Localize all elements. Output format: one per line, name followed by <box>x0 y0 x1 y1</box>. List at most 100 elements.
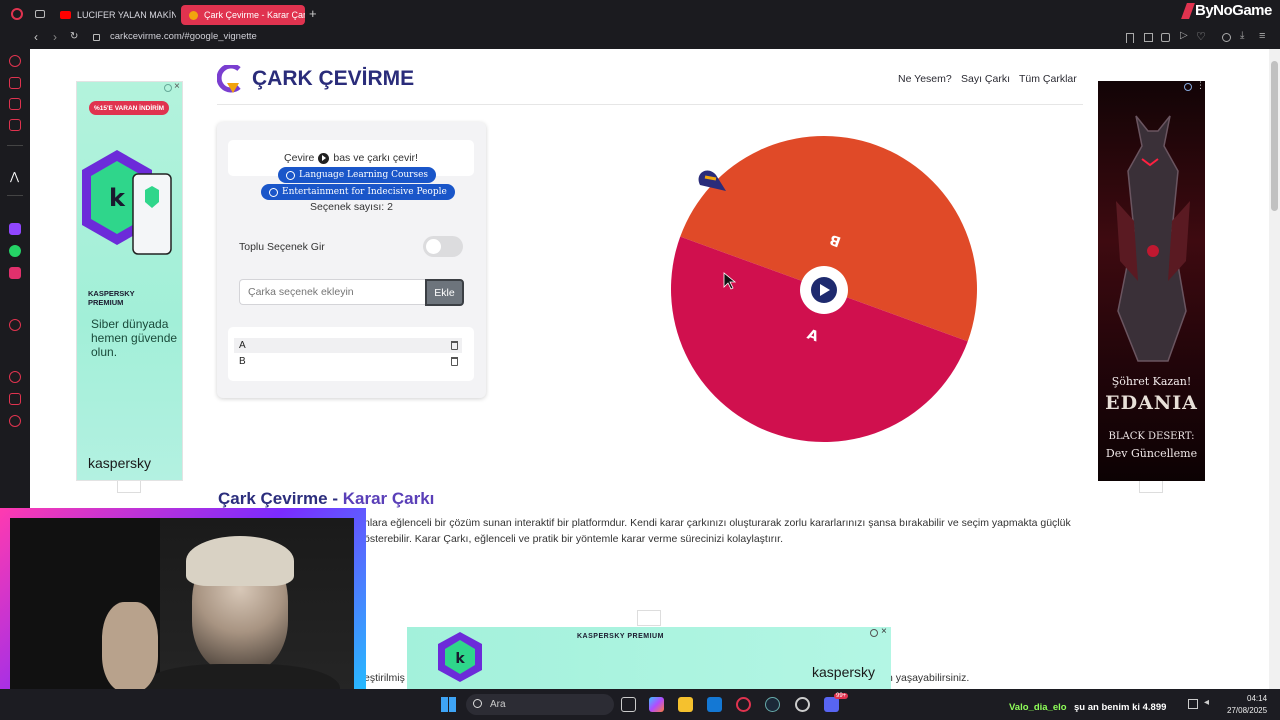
aria-ai-icon[interactable]: ⋀ <box>10 170 19 183</box>
trash-icon[interactable] <box>451 341 458 350</box>
option-label: A <box>239 340 246 351</box>
article-bottom-right: n yaşayabilirsiniz. <box>887 672 970 684</box>
url-input[interactable]: carkcevirme.com/#google_vignette <box>110 31 257 42</box>
option-label: B <box>239 356 246 367</box>
address-bar: ‹ › ↻ carkcevirme.com/#google_vignette ▷… <box>0 28 1280 49</box>
heart-icon[interactable]: ♡ <box>1196 30 1206 43</box>
tab-cark-cevirme[interactable]: Çark Çevirme - Karar Çarkı <box>181 5 305 25</box>
task-view-icon[interactable] <box>621 697 636 712</box>
list-item[interactable]: B <box>234 354 462 369</box>
back-icon[interactable]: ‹ <box>34 30 38 44</box>
bynogame-logo-icon <box>1181 2 1195 19</box>
heading-part-a: Çark Çevirme <box>218 489 328 508</box>
black-desert-side-ad[interactable]: ⋮ Şöhret Kazan! EDANIA BLACK DESERT: Dev… <box>1098 80 1205 481</box>
ad-discount-badge: %15'E VARAN İNDİRİM <box>89 101 170 115</box>
reload-icon[interactable]: ↻ <box>70 31 78 42</box>
add-option-button[interactable]: Ekle <box>425 279 464 306</box>
extensions-icon[interactable] <box>9 393 21 405</box>
ad-game-sub: BLACK DESERT: <box>1108 431 1195 442</box>
nav-tum-carklar[interactable]: Tüm Çarklar <box>1019 73 1077 85</box>
network-icon[interactable] <box>1188 699 1198 709</box>
toggle-knob <box>426 239 441 254</box>
ad-info-icon[interactable] <box>870 629 878 637</box>
spin-button[interactable] <box>800 266 848 314</box>
opera-gx-icon[interactable] <box>736 697 751 712</box>
profile-icon[interactable] <box>1222 33 1231 42</box>
vpn-icon[interactable] <box>1161 33 1170 42</box>
tab-lucifer[interactable]: LUCIFER YALAN MAKİNE <box>52 5 176 25</box>
gx-corner-icon[interactable] <box>9 98 21 110</box>
steam-icon[interactable] <box>765 697 780 712</box>
instruction-line: Çevire bas ve çarkı çevir! <box>228 152 474 164</box>
history-icon[interactable] <box>9 371 21 383</box>
list-item[interactable]: A <box>234 338 462 353</box>
streamer-hand <box>102 602 158 692</box>
nav-ne-yesem[interactable]: Ne Yesem? <box>898 73 952 85</box>
ad-info-icon[interactable] <box>1184 83 1192 91</box>
trash-icon[interactable] <box>451 357 458 366</box>
twitch-icon[interactable] <box>9 223 21 235</box>
bulk-entry-toggle[interactable] <box>423 236 463 257</box>
header-divider <box>217 104 1083 105</box>
opera-logo-icon[interactable] <box>11 8 23 20</box>
play-icon[interactable]: ▷ <box>1180 30 1188 41</box>
bynogame-text: ByNoGame <box>1195 2 1272 19</box>
discord-icon[interactable] <box>824 697 839 712</box>
volume-icon[interactable]: ◂ <box>1204 697 1209 708</box>
ad-close-icon[interactable]: × <box>881 626 887 637</box>
ad-close-icon[interactable]: ⋮ <box>1196 80 1205 91</box>
forward-icon[interactable]: › <box>53 30 57 44</box>
ad-collapse-button[interactable] <box>117 481 141 493</box>
ad-info-icon[interactable] <box>164 84 172 92</box>
divider <box>7 145 23 146</box>
divider <box>7 195 23 196</box>
kaspersky-shield-icon: k <box>82 150 172 255</box>
scrollbar-thumb[interactable] <box>1271 61 1278 211</box>
option-input[interactable] <box>239 279 425 305</box>
bottom-ad-collapse-button[interactable] <box>637 610 661 626</box>
sponsored-pill-entertainment[interactable]: Entertainment for Indecisive People <box>261 184 455 200</box>
youtube-icon <box>60 11 71 19</box>
kaspersky-side-ad[interactable]: × %15'E VARAN İNDİRİM k KASPERSKY PREMIU… <box>76 81 183 481</box>
instagram-icon[interactable] <box>9 267 21 279</box>
new-tab-button[interactable]: + <box>309 6 317 21</box>
crypto-wallet-icon[interactable] <box>9 77 21 89</box>
chat-username: Valo_dia_elo <box>1009 702 1067 713</box>
menu-icon[interactable]: ≡ <box>1259 30 1265 42</box>
settings-icon[interactable] <box>9 415 21 427</box>
taskbar-search[interactable]: Ara <box>466 694 614 715</box>
kaspersky-bottom-ad[interactable]: k KASPERSKY PREMIUM kaspersky × <box>407 626 891 689</box>
knight-artwork-icon <box>1116 115 1190 362</box>
chrome-icon[interactable] <box>795 697 810 712</box>
clock-date[interactable]: 27/08/2025 <box>1227 706 1267 715</box>
page-scrollbar[interactable] <box>1269 49 1280 689</box>
sponsored-pill-language[interactable]: Language Learning Courses <box>278 167 437 183</box>
player-icon[interactable] <box>9 319 21 331</box>
download-icon[interactable]: ⤓ <box>1240 30 1244 41</box>
bookmark-icon[interactable] <box>1126 33 1134 43</box>
ad-close-icon[interactable]: × <box>174 81 180 92</box>
ad-collapse-button[interactable] <box>1139 481 1163 493</box>
pill-label: Language Learning Courses <box>299 170 429 180</box>
article-bottom-left: eştirilmiş <box>364 672 405 684</box>
messenger-icon[interactable] <box>9 119 21 131</box>
whatsapp-icon[interactable] <box>9 245 21 257</box>
spin-wheel[interactable]: B A <box>668 133 988 453</box>
ad-brand: kaspersky <box>812 664 876 680</box>
outlook-icon[interactable] <box>707 697 722 712</box>
svg-text:k: k <box>455 651 465 667</box>
workspaces-icon[interactable] <box>35 10 45 18</box>
windows-start-icon[interactable] <box>441 697 456 712</box>
clock-time[interactable]: 04:14 <box>1247 694 1267 703</box>
file-explorer-icon[interactable] <box>678 697 693 712</box>
lock-icon <box>93 34 100 41</box>
snapshot-icon[interactable] <box>1144 33 1153 42</box>
site-title[interactable]: ÇARK ÇEVİRME <box>252 67 414 91</box>
notification-badge: 99+ <box>834 693 849 699</box>
windows-taskbar: Ara 99+ Valo_dia_elo şu an benim ki 4.89… <box>0 689 1280 720</box>
copilot-icon[interactable] <box>649 697 664 712</box>
bulk-entry-label: Toplu Seçenek Gir <box>239 241 325 253</box>
heading-separator: - <box>327 489 343 508</box>
aria-icon[interactable] <box>9 55 21 67</box>
nav-sayi-carki[interactable]: Sayı Çarkı <box>961 73 1010 85</box>
